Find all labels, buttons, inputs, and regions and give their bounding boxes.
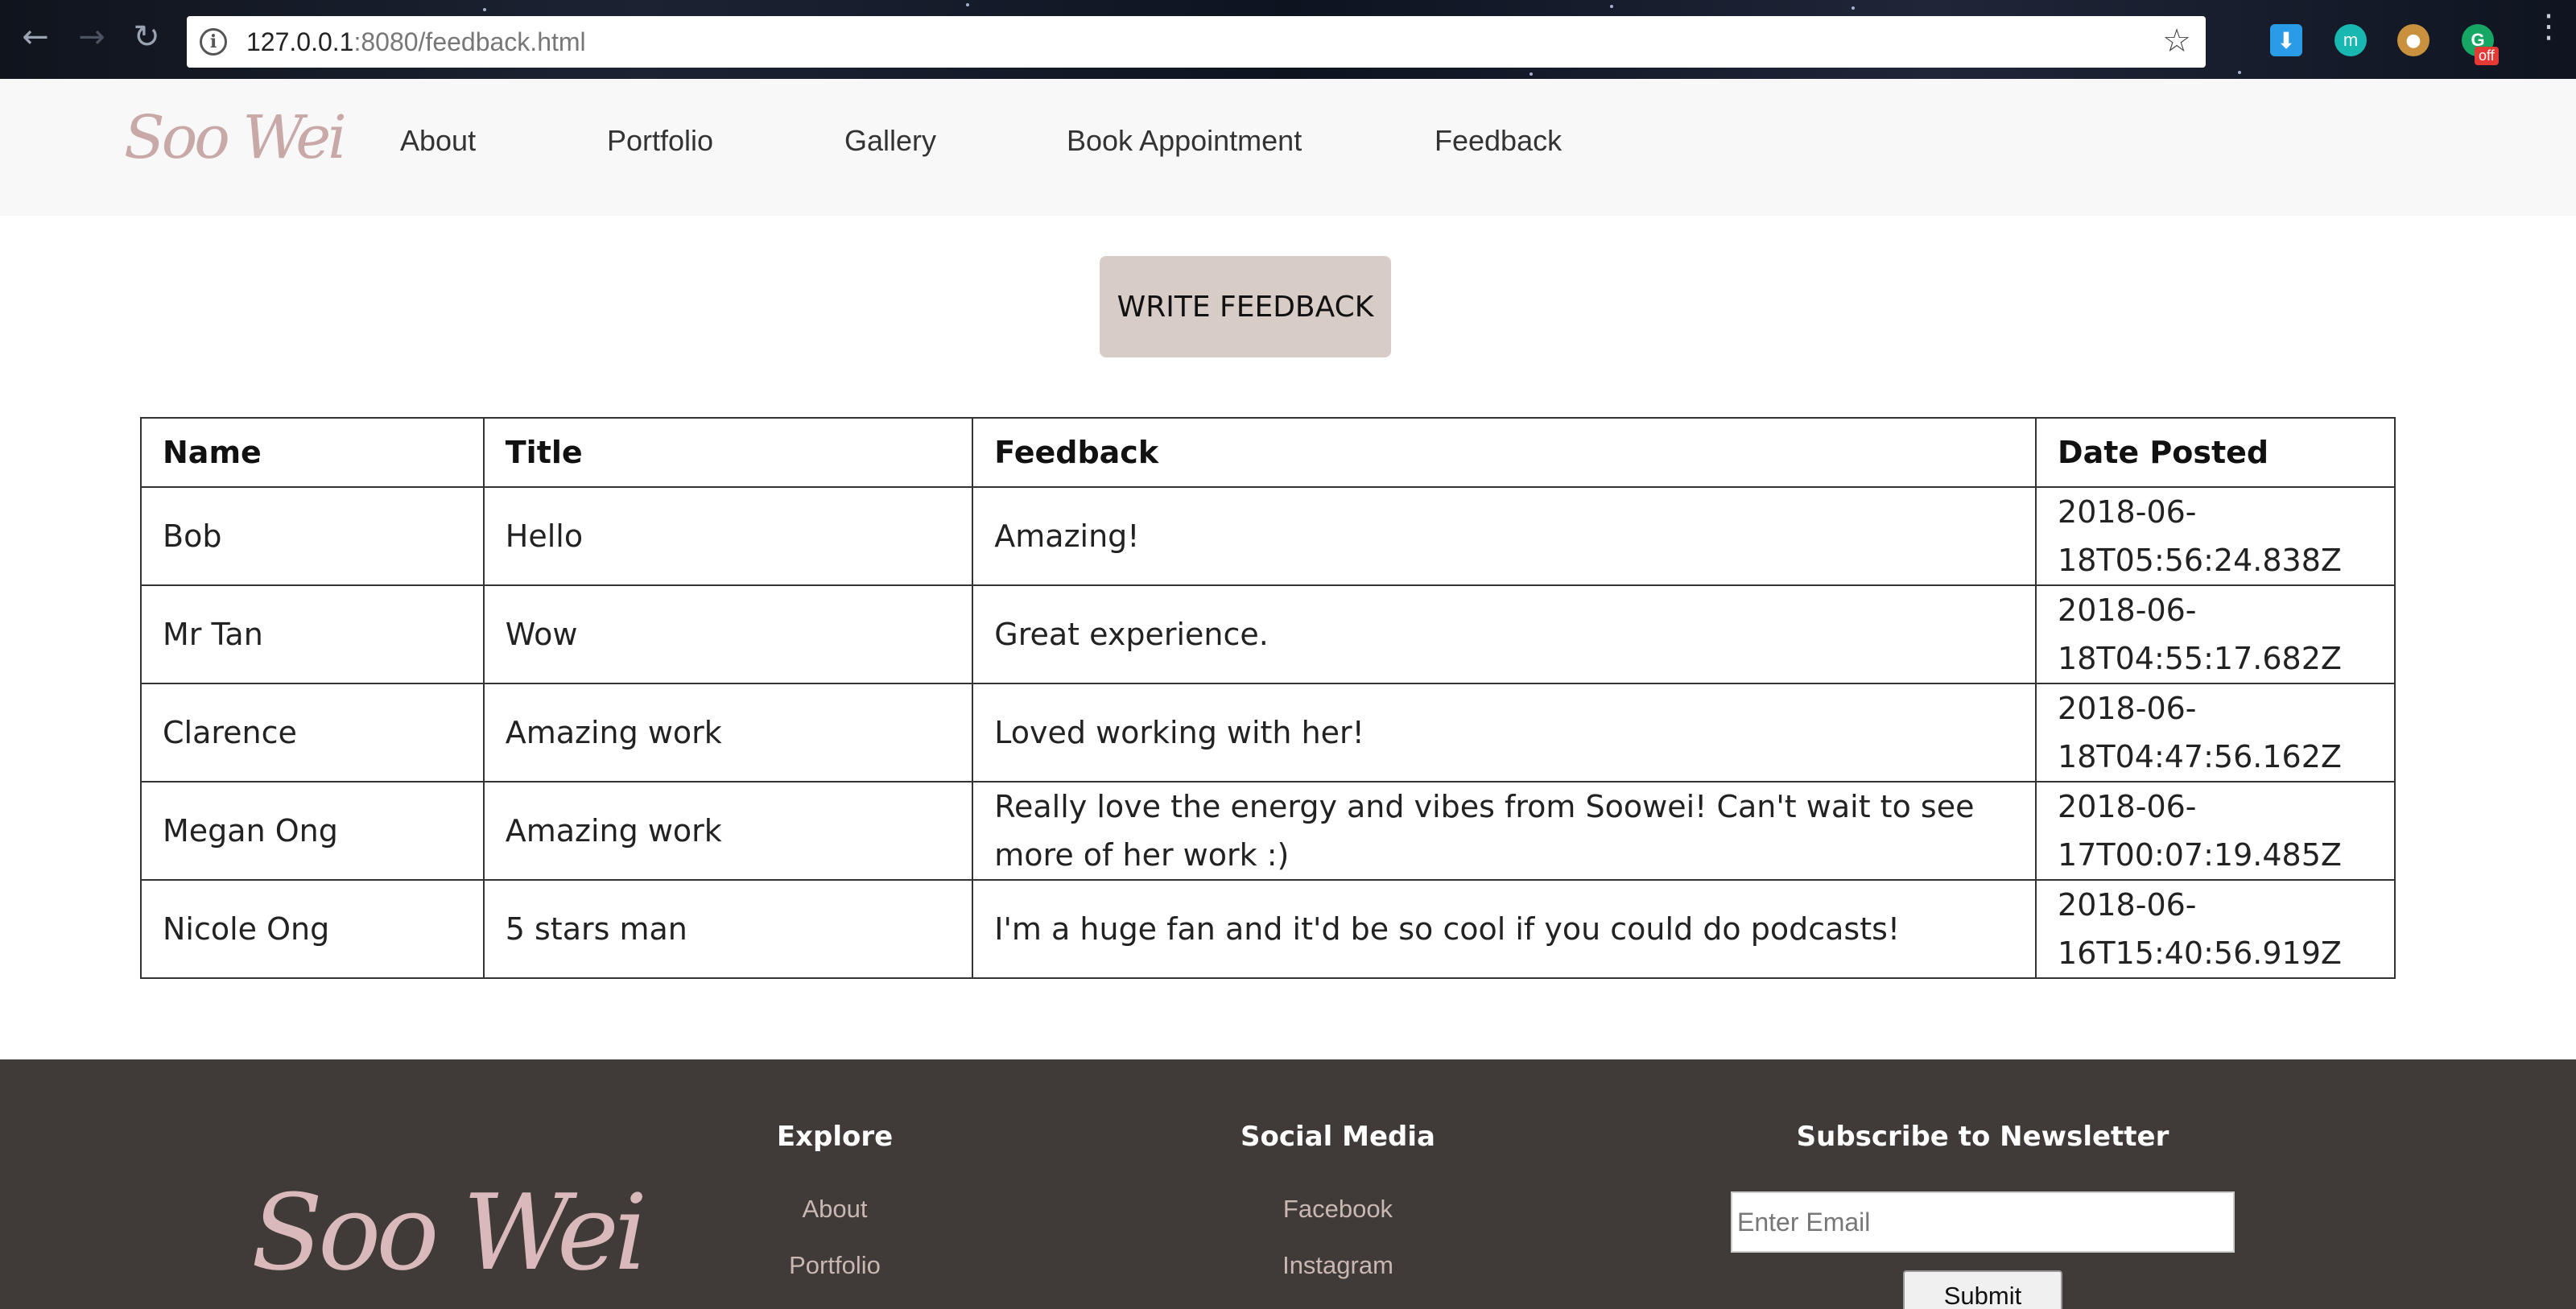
nav-portfolio[interactable]: Portfolio — [607, 124, 713, 158]
m-extension-label: m — [2343, 30, 2359, 50]
info-icon[interactable]: i — [200, 28, 227, 56]
cookie-extension-icon[interactable]: ● — [2397, 24, 2429, 56]
cell-title: Wow — [482, 584, 974, 684]
browser-toolbar: ← → ↻ i 127.0.0.1:8080/feedback.html ☆ ⬇… — [0, 0, 2576, 79]
write-feedback-button[interactable]: WRITE FEEDBACK — [1100, 256, 1391, 357]
cell-date: 2018-06-18T05:56:24.838Z — [2035, 486, 2396, 586]
reload-button[interactable]: ↻ — [127, 18, 166, 56]
cell-feedback: I'm a huge fan and it'd be so cool if yo… — [972, 879, 2037, 979]
cell-date: 2018-06-18T04:55:17.682Z — [2035, 584, 2396, 684]
cell-title: Amazing work — [482, 683, 974, 783]
cell-name: Megan Ong — [140, 781, 485, 881]
cell-name: Nicole Ong — [140, 879, 485, 979]
site-header: Soo Wei About Portfolio Gallery Book App… — [0, 79, 2576, 216]
cell-title: Hello — [482, 486, 974, 586]
nav-feedback[interactable]: Feedback — [1435, 124, 1562, 158]
table-row: Nicole Ong 5 stars man I'm a huge fan an… — [140, 879, 2396, 979]
table-header-row: Name Title Feedback Date Posted — [140, 417, 2396, 488]
nav-gallery[interactable]: Gallery — [844, 124, 936, 158]
cell-date: 2018-06-16T15:40:56.919Z — [2035, 879, 2396, 979]
table-row: Clarence Amazing work Loved working with… — [140, 683, 2396, 783]
footer-logo: Soo Wei — [251, 1171, 647, 1294]
footer-link-facebook[interactable]: Facebook — [1217, 1195, 1459, 1224]
extension-off-badge: off — [2475, 47, 2499, 65]
footer-link-about[interactable]: About — [754, 1195, 915, 1224]
cell-feedback: Amazing! — [972, 486, 2037, 586]
footer-link-portfolio[interactable]: Portfolio — [754, 1251, 915, 1280]
address-bar[interactable]: i 127.0.0.1:8080/feedback.html ☆ — [187, 16, 2206, 68]
header-feedback: Feedback — [972, 417, 2037, 488]
footer-social-heading: Social Media — [1241, 1121, 1435, 1153]
cell-feedback: Really love the energy and vibes from So… — [972, 781, 2037, 881]
bookmark-star-icon[interactable]: ☆ — [2162, 23, 2191, 60]
footer-link-instagram[interactable]: Instagram — [1217, 1251, 1459, 1280]
download-extension-icon[interactable]: ⬇ — [2270, 24, 2302, 56]
table-row: Bob Hello Amazing! 2018-06-18T05:56:24.8… — [140, 486, 2396, 586]
cell-title: Amazing work — [482, 781, 974, 881]
m-extension-icon[interactable]: m — [2334, 24, 2367, 56]
site-footer: Soo Wei Explore About Portfolio Social M… — [0, 1059, 2576, 1309]
back-button[interactable]: ← — [16, 18, 55, 56]
url-host: 127.0.0.1 — [246, 27, 354, 56]
forward-button[interactable]: → — [72, 18, 111, 56]
nav-book-appointment[interactable]: Book Appointment — [1067, 124, 1302, 158]
table-row: Mr Tan Wow Great experience. 2018-06-18T… — [140, 584, 2396, 684]
cell-date: 2018-06-17T00:07:19.485Z — [2035, 781, 2396, 881]
cell-feedback: Loved working with her! — [972, 683, 2037, 783]
cell-name: Clarence — [140, 683, 485, 783]
browser-menu-icon[interactable]: ⋮ — [2533, 10, 2565, 43]
header-name: Name — [140, 417, 485, 488]
header-date-posted: Date Posted — [2035, 417, 2396, 488]
cell-date: 2018-06-18T04:47:56.162Z — [2035, 683, 2396, 783]
cell-name: Mr Tan — [140, 584, 485, 684]
cell-title: 5 stars man — [482, 879, 974, 979]
footer-newsletter-heading: Subscribe to Newsletter — [1796, 1121, 2169, 1153]
url-text[interactable]: 127.0.0.1:8080/feedback.html — [246, 27, 586, 57]
nav-about[interactable]: About — [400, 124, 476, 158]
cell-name: Bob — [140, 486, 485, 586]
cell-feedback: Great experience. — [972, 584, 2037, 684]
site-logo[interactable]: Soo Wei — [124, 103, 347, 172]
footer-explore-heading: Explore — [776, 1121, 894, 1153]
newsletter-email-input[interactable] — [1731, 1191, 2235, 1253]
header-title: Title — [482, 417, 974, 488]
url-path: :8080/feedback.html — [353, 27, 586, 56]
feedback-table: Name Title Feedback Date Posted Bob Hell… — [140, 417, 2396, 979]
table-row: Megan Ong Amazing work Really love the e… — [140, 781, 2396, 881]
newsletter-submit-button[interactable]: Submit — [1903, 1270, 2062, 1309]
